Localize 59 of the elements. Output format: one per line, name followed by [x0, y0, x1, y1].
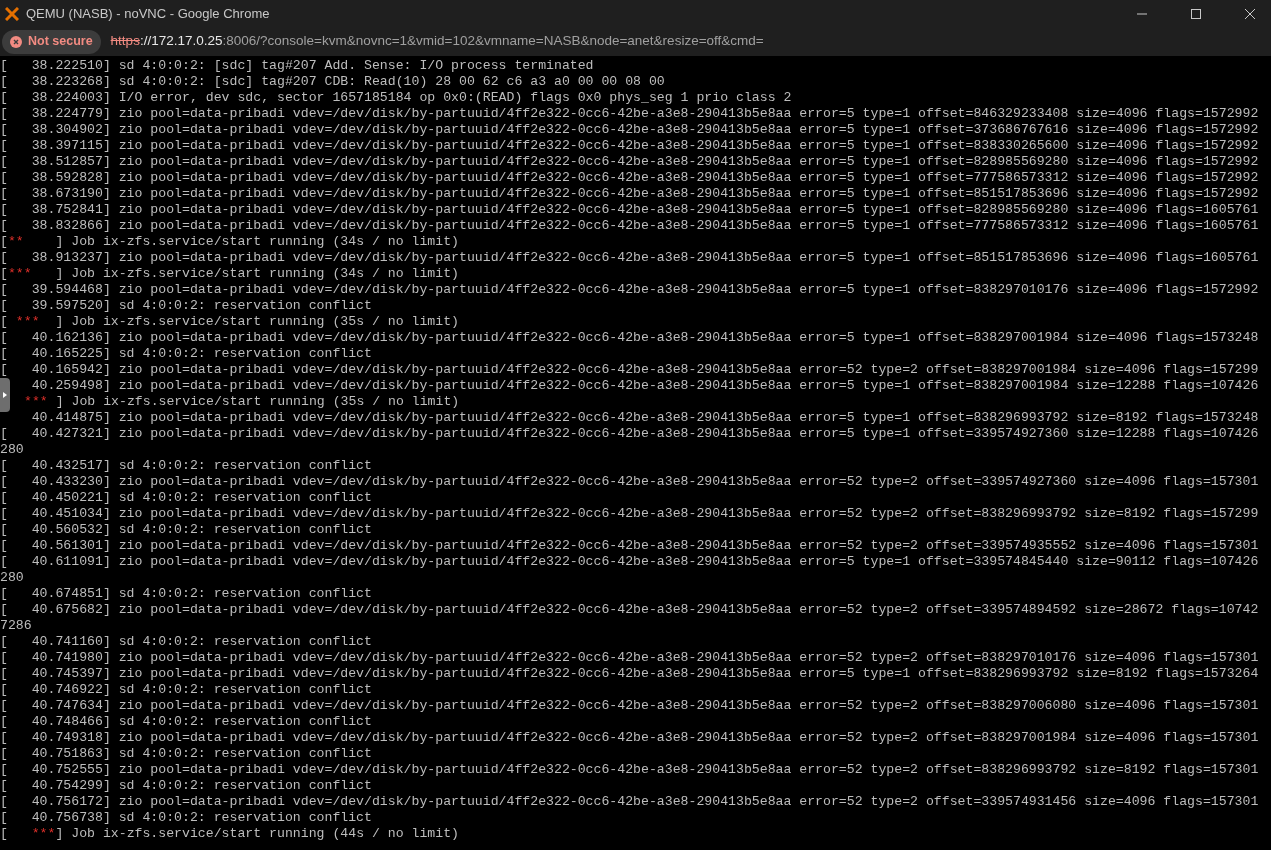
console-line: [ 38.752841] zio pool=data-pribadi vdev=/dev/disk/by-partuuid/4ff2e322-0cc6-42be-a3e8-290413b5e8aa error=5 type=1 offset=828985569280 size=4096 flags=1605761: [0, 202, 1259, 218]
console-line: [ 40.747634] zio pool=data-pribadi vdev=/dev/disk/by-partuuid/4ff2e322-0cc6-42be-a3e8-290413b5e8aa error=52 type=2 offset=838297006080 size=4096 flags=157301: [0, 698, 1259, 714]
console-line: 7286: [0, 618, 32, 634]
console-line: [ 40.433230] zio pool=data-pribadi vdev=/dev/disk/by-partuuid/4ff2e322-0cc6-42be-a3e8-290413b5e8aa error=52 type=2 offset=339574927360 size=4096 flags=157301: [0, 474, 1259, 490]
console-line: [ 40.741160] sd 4:0:0:2: reservation conflict: [0, 634, 372, 650]
console-line: [ 38.222510] sd 4:0:0:2: [sdc] tag#207 Add. Sense: I/O process terminated: [0, 58, 594, 74]
console-line: [ 40.754299] sd 4:0:0:2: reservation conflict: [0, 778, 372, 794]
console-line: [ 38.512857] zio pool=data-pribadi vdev=/dev/disk/by-partuuid/4ff2e322-0cc6-42be-a3e8-290413b5e8aa error=5 type=1 offset=828985569280 size=4096 flags=1572992: [0, 154, 1259, 170]
maximize-icon[interactable]: [1191, 8, 1201, 19]
console-line: 280: [0, 570, 24, 586]
console-line: [ 40.752555] zio pool=data-pribadi vdev=/dev/disk/by-partuuid/4ff2e322-0cc6-42be-a3e8-290413b5e8aa error=52 type=2 offset=838296993792 size=8192 flags=157301: [0, 762, 1259, 778]
console-line: [ 40.165942] zio pool=data-pribadi vdev=/dev/disk/by-partuuid/4ff2e322-0cc6-42be-a3e8-290413b5e8aa error=52 type=2 offset=838297001984 size=4096 flags=157299: [0, 362, 1259, 378]
console-line: [ 40.560532] sd 4:0:0:2: reservation conflict: [0, 522, 372, 538]
console-line: [ 40.749318] zio pool=data-pribadi vdev=/dev/disk/by-partuuid/4ff2e322-0cc6-42be-a3e8-290413b5e8aa error=52 type=2 offset=838297001984 size=4096 flags=157301: [0, 730, 1259, 746]
console-line: [ 40.675682] zio pool=data-pribadi vdev=/dev/disk/by-partuuid/4ff2e322-0cc6-42be-a3e8-290413b5e8aa error=52 type=2 offset=339574894592 size=28672 flags=10742: [0, 602, 1259, 618]
window-title: QEMU (NASB) - noVNC - Google Chrome: [26, 4, 270, 23]
url-text[interactable]: https://172.17.0.25:8006/?console=kvm&novnc=1&vmid=102&vmname=NASB&node=anet&resize=off&cmd=: [110, 31, 764, 52]
console-line: [ 40.756172] zio pool=data-pribadi vdev=/dev/disk/by-partuuid/4ff2e322-0cc6-42be-a3e8-290413b5e8aa error=52 type=2 offset=339574931456 size=4096 flags=157301: [0, 794, 1259, 810]
console-line: 40.414875] zio pool=data-pribadi vdev=/dev/disk/by-partuuid/4ff2e322-0cc6-42be-a3e8-290413b5e8aa error=5 type=1 offset=838296993792 size=8192 flags=1573248: [30, 410, 1259, 426]
console-line: [** ] Job ix-zfs.service/start running (34s / no limit): [0, 234, 459, 250]
console-line: [ 40.165225] sd 4:0:0:2: reservation conflict: [0, 346, 372, 362]
console-line: 280: [0, 442, 24, 458]
console-line: [ 38.223268] sd 4:0:0:2: [sdc] tag#207 CDB: Read(10) 28 00 62 c6 a3 a0 00 00 08 00: [0, 74, 665, 90]
console-line: [ 38.832866] zio pool=data-pribadi vdev=/dev/disk/by-partuuid/4ff2e322-0cc6-42be-a3e8-290413b5e8aa error=5 type=1 offset=777586573312 size=4096 flags=1605761: [0, 218, 1259, 234]
console-line: [ 38.592828] zio pool=data-pribadi vdev=/dev/disk/by-partuuid/4ff2e322-0cc6-42be-a3e8-290413b5e8aa error=5 type=1 offset=777586573312 size=4096 flags=1572992: [0, 170, 1259, 186]
control-bar-handle[interactable]: [0, 378, 10, 412]
console-line: [ 40.450221] sd 4:0:0:2: reservation conflict: [0, 490, 372, 506]
console-line: [ 40.451034] zio pool=data-pribadi vdev=/dev/disk/by-partuuid/4ff2e322-0cc6-42be-a3e8-290413b5e8aa error=52 type=2 offset=838296993792 size=8192 flags=157299: [0, 506, 1259, 522]
console-line: [ 39.594468] zio pool=data-pribadi vdev=/dev/disk/by-partuuid/4ff2e322-0cc6-42be-a3e8-290413b5e8aa error=5 type=1 offset=838297010176 size=4096 flags=1572992: [0, 282, 1259, 298]
console-line: [ 38.224003] I/O error, dev sdc, sector 1657185184 op 0x0:(READ) flags 0x0 phys_seg 1 prio class 2: [0, 90, 792, 106]
console-line: *** ] Job ix-zfs.service/start running (35s / no limit): [24, 394, 460, 410]
console-line: [ 40.674851] sd 4:0:0:2: reservation conflict: [0, 586, 372, 602]
console-line: [ 38.397115] zio pool=data-pribadi vdev=/dev/disk/by-partuuid/4ff2e322-0cc6-42be-a3e8-290413b5e8aa error=5 type=1 offset=838330265600 size=4096 flags=1572992: [0, 138, 1259, 154]
console-line: [ 40.427321] zio pool=data-pribadi vdev=/dev/disk/by-partuuid/4ff2e322-0cc6-42be-a3e8-290413b5e8aa error=5 type=1 offset=339574927360 size=12288 flags=107426: [0, 426, 1259, 442]
console-line: [ 38.304902] zio pool=data-pribadi vdev=/dev/disk/by-partuuid/4ff2e322-0cc6-42be-a3e8-290413b5e8aa error=5 type=1 offset=373686767616 size=4096 flags=1572992: [0, 122, 1259, 138]
console-line: [ 40.162136] zio pool=data-pribadi vdev=/dev/disk/by-partuuid/4ff2e322-0cc6-42be-a3e8-290413b5e8aa error=5 type=1 offset=838297001984 size=4096 flags=1573248: [0, 330, 1259, 346]
console-line: [ 40.611091] zio pool=data-pribadi vdev=/dev/disk/by-partuuid/4ff2e322-0cc6-42be-a3e8-290413b5e8aa error=5 type=1 offset=339574845440 size=90112 flags=107426: [0, 554, 1259, 570]
console-line: [ 40.561301] zio pool=data-pribadi vdev=/dev/disk/by-partuuid/4ff2e322-0cc6-42be-a3e8-290413b5e8aa error=52 type=2 offset=339574935552 size=4096 flags=157301: [0, 538, 1259, 554]
console-line: [ 40.756738] sd 4:0:0:2: reservation conflict: [0, 810, 372, 826]
console-line: [ ***] Job ix-zfs.service/start running (44s / no limit): [0, 826, 459, 842]
console-line: 40.259498] zio pool=data-pribadi vdev=/dev/disk/by-partuuid/4ff2e322-0cc6-42be-a3e8-290413b5e8aa error=5 type=1 offset=838297001984 size=12288 flags=107426: [30, 378, 1259, 394]
console-line: [ 40.748466] sd 4:0:0:2: reservation conflict: [0, 714, 372, 730]
close-icon[interactable]: [1245, 8, 1255, 19]
console-line: [ *** ] Job ix-zfs.service/start running (35s / no limit): [0, 314, 459, 330]
console-line: [ 39.597520] sd 4:0:0:2: reservation conflict: [0, 298, 372, 314]
console-line: [ 38.673190] zio pool=data-pribadi vdev=/dev/disk/by-partuuid/4ff2e322-0cc6-42be-a3e8-290413b5e8aa error=5 type=1 offset=851517853696 size=4096 flags=1572992: [0, 186, 1259, 202]
app-logo-icon: [5, 6, 19, 21]
console-line: [ 40.746922] sd 4:0:0:2: reservation conflict: [0, 682, 372, 698]
console-line: [ 40.745397] zio pool=data-pribadi vdev=/dev/disk/by-partuuid/4ff2e322-0cc6-42be-a3e8-290413b5e8aa error=5 type=1 offset=838296993792 size=8192 flags=1573264: [0, 666, 1259, 682]
console-line: [ 40.741980] zio pool=data-pribadi vdev=/dev/disk/by-partuuid/4ff2e322-0cc6-42be-a3e8-290413b5e8aa error=52 type=2 offset=838297010176 size=4096 flags=157301: [0, 650, 1259, 666]
console-line: [ 38.224779] zio pool=data-pribadi vdev=/dev/disk/by-partuuid/4ff2e322-0cc6-42be-a3e8-290413b5e8aa error=5 type=1 offset=846329233408 size=4096 flags=1572992: [0, 106, 1259, 122]
arrow-icon: [3, 392, 7, 398]
security-chip[interactable]: Not secure: [2, 29, 101, 54]
security-label: Not secure: [28, 33, 93, 51]
console-line: [ 40.432517] sd 4:0:0:2: reservation conflict: [0, 458, 372, 474]
console-line: [ 38.913237] zio pool=data-pribadi vdev=/dev/disk/by-partuuid/4ff2e322-0cc6-42be-a3e8-290413b5e8aa error=5 type=1 offset=851517853696 size=4096 flags=1605761: [0, 250, 1259, 266]
console-line: [*** ] Job ix-zfs.service/start running (34s / no limit): [0, 266, 460, 282]
console-line: [ 40.751863] sd 4:0:0:2: reservation conflict: [0, 746, 372, 762]
warning-icon: [10, 35, 22, 48]
